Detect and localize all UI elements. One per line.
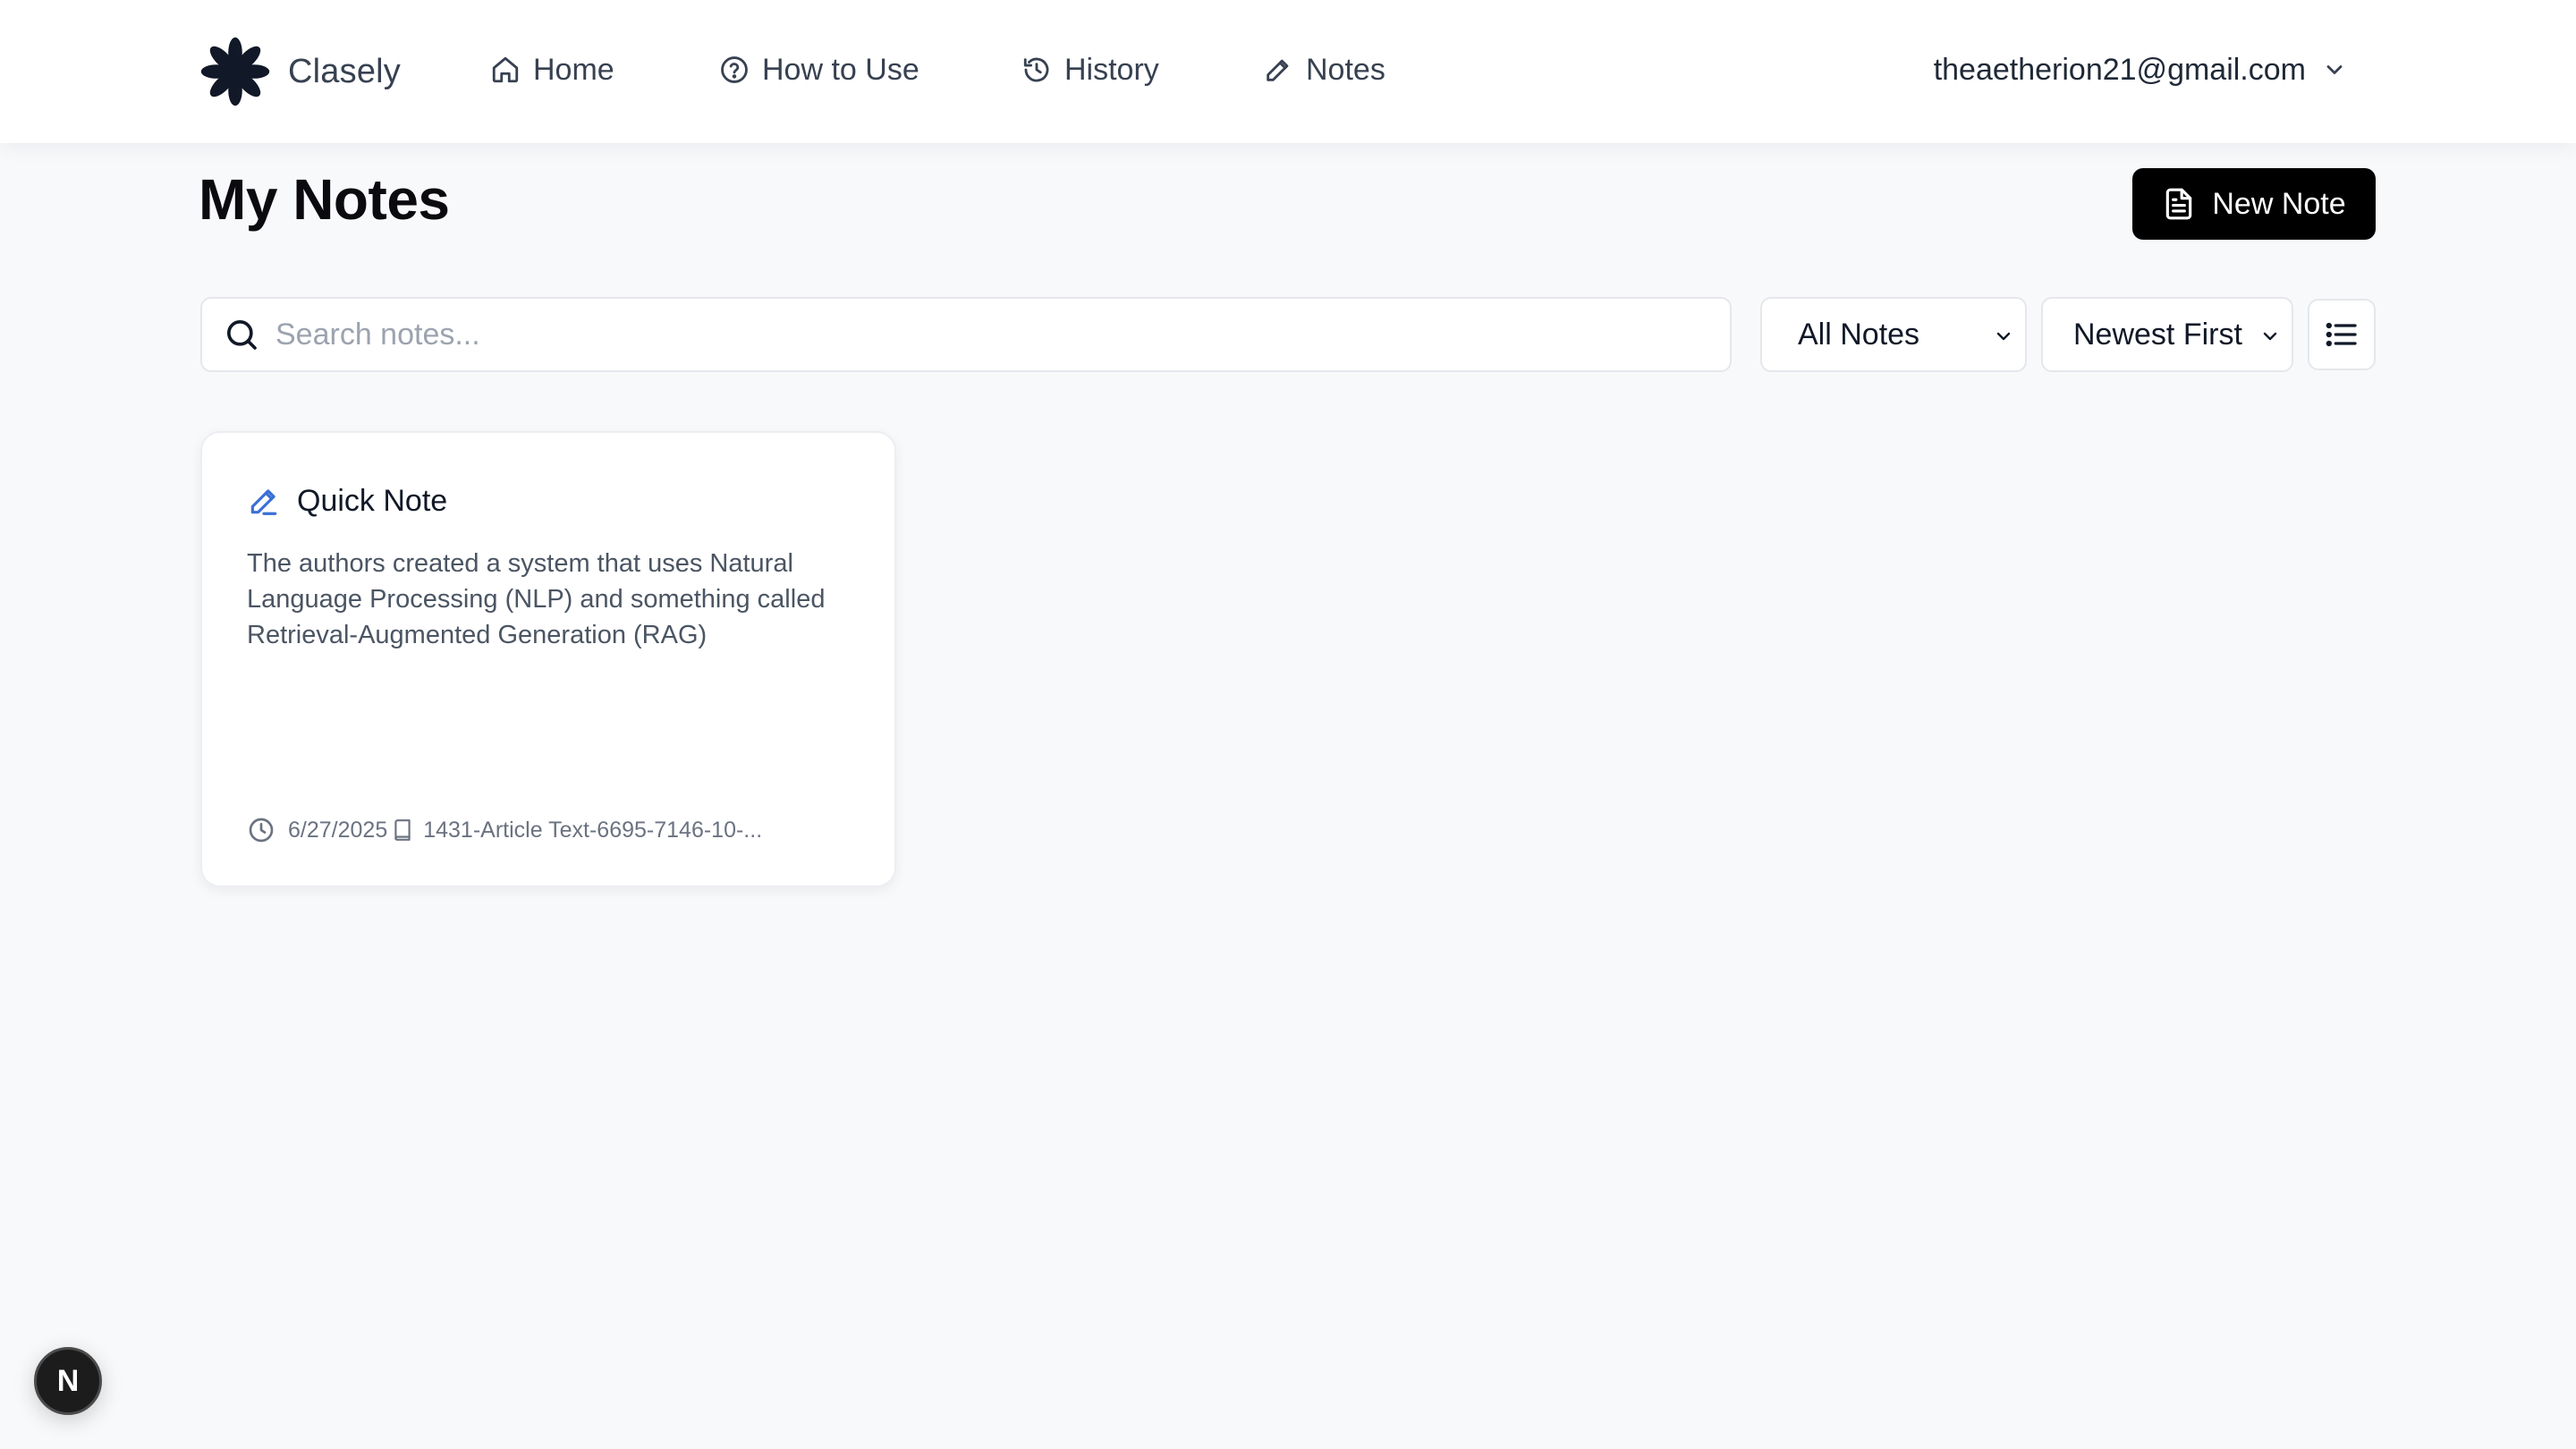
book-icon: [394, 819, 411, 841]
nav-item-home[interactable]: Home: [490, 47, 614, 93]
note-title: Quick Note: [297, 483, 448, 518]
brand-logo-link[interactable]: Clasely: [199, 36, 401, 107]
chevron-down-icon: [2326, 65, 2343, 74]
nav-item-label: Notes: [1306, 52, 1385, 87]
account-email: theaetherion21@gmail.com: [1933, 52, 2306, 87]
nav-item-history[interactable]: History: [1021, 47, 1159, 93]
nav-item-label: History: [1064, 52, 1159, 87]
history-icon: [1023, 57, 1049, 82]
search-icon: [226, 320, 257, 350]
category-filter-select[interactable]: All Notes: [1760, 297, 2027, 372]
pencil-icon: [250, 489, 277, 515]
nav-item-label: Home: [533, 52, 614, 87]
dev-badge-letter: N: [56, 1363, 80, 1398]
dev-tools-badge[interactable]: N: [34, 1347, 102, 1415]
clock-icon: [249, 818, 274, 843]
sort-order-select[interactable]: Newest First: [2041, 297, 2293, 372]
chevron-down-icon: [2263, 332, 2277, 341]
search-box: [200, 297, 1732, 372]
nav-item-how-to-use[interactable]: How to Use: [719, 47, 919, 93]
note-date: 6/27/2025: [288, 817, 388, 843]
note-card[interactable]: Quick Note The authors created a system …: [200, 431, 896, 887]
note-card-header: Quick Note: [247, 478, 447, 524]
brand-name: Clasely: [288, 52, 401, 90]
nav-item-notes[interactable]: Notes: [1263, 47, 1385, 93]
sort-order-value: Newest First: [2073, 317, 2242, 352]
account-menu[interactable]: theaetherion21@gmail.com: [1934, 47, 2347, 93]
help-circle-icon: [721, 56, 748, 83]
asterisk-flower-logo-icon: [200, 37, 270, 106]
pencil-icon: [1267, 59, 1289, 81]
new-note-label: New Note: [2212, 186, 2346, 221]
note-meta: 6/27/2025 1431-Article Text-6695-7146-10…: [247, 812, 762, 848]
note-source: 1431-Article Text-6695-7146-10-...: [423, 817, 763, 843]
home-icon: [492, 56, 519, 83]
chevron-down-icon: [1996, 332, 2011, 341]
category-filter-value: All Notes: [1798, 317, 1920, 352]
view-toggle-button[interactable]: [2308, 299, 2376, 370]
nav-item-label: How to Use: [762, 52, 919, 87]
file-text-icon: [2166, 188, 2192, 220]
top-navbar: Clasely Home How to Use History Notes th…: [0, 0, 2576, 143]
page-title: My Notes: [199, 167, 450, 232]
note-body: The authors created a system that uses N…: [247, 549, 826, 649]
search-input[interactable]: [275, 308, 1707, 361]
list-icon: [2326, 322, 2357, 347]
new-note-button[interactable]: New Note: [2132, 168, 2376, 240]
